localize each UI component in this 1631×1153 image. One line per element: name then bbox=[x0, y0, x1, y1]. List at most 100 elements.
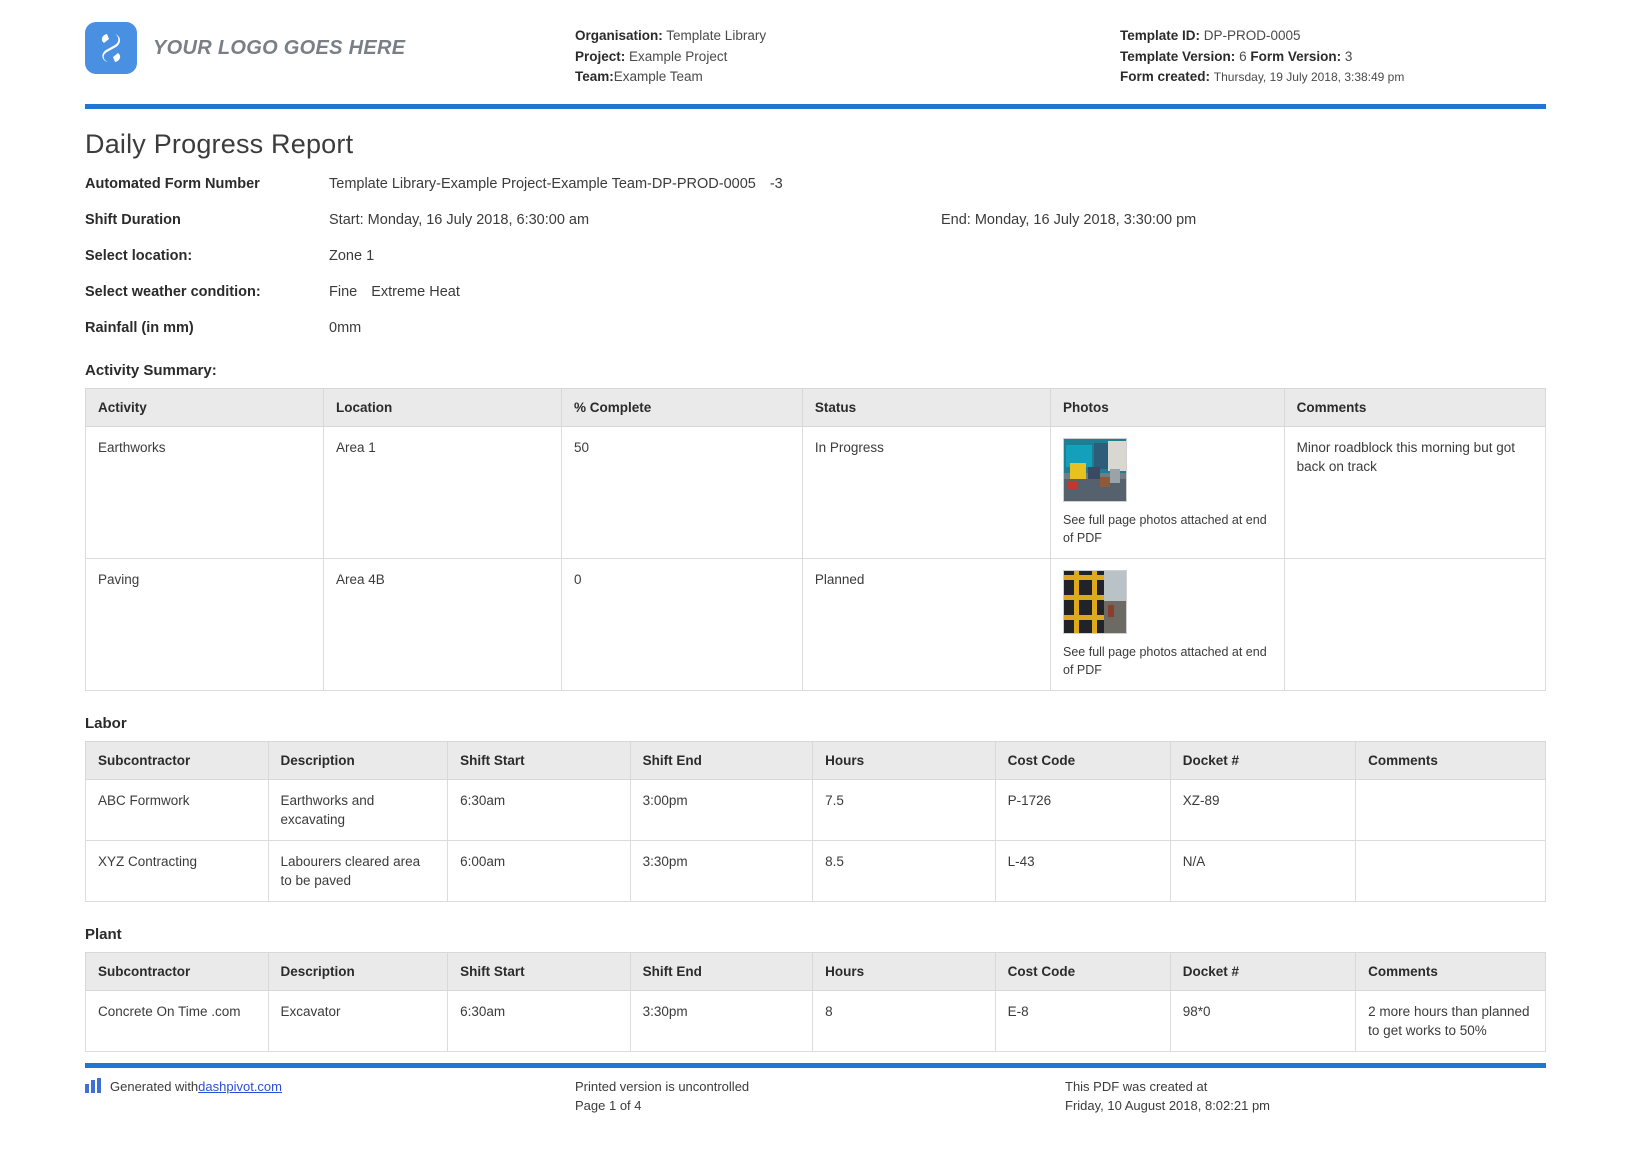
column-comments: Comments bbox=[1355, 951, 1546, 991]
cell-percent-complete: 50 bbox=[560, 425, 803, 559]
dashpivot-link[interactable]: dashpivot.com bbox=[198, 1077, 282, 1096]
activity-photo-thumbnail[interactable] bbox=[1063, 437, 1128, 502]
column-cost-code: Cost Code bbox=[994, 951, 1171, 991]
column-shift-start: Shift Start bbox=[447, 951, 631, 991]
footer-generated-with: Generated with dashpivot.com bbox=[85, 1077, 575, 1115]
header-versions: Template Version: 6 Form Version: 3 bbox=[1120, 47, 1546, 68]
footer-page-number: Page 1 of 4 bbox=[575, 1098, 642, 1113]
cell-subcontractor: XYZ Contracting bbox=[85, 839, 269, 902]
cell-description: Earthworks and excavating bbox=[267, 778, 449, 841]
labor-table: Subcontractor Description Shift Start Sh… bbox=[85, 740, 1546, 902]
cell-percent-complete: 0 bbox=[560, 557, 803, 691]
column-comments: Comments bbox=[1283, 387, 1547, 427]
cell-location: Area 4B bbox=[322, 557, 562, 691]
footer-printed-notice: Printed version is uncontrolled bbox=[575, 1079, 750, 1094]
column-hours: Hours bbox=[812, 740, 996, 780]
column-hours: Hours bbox=[812, 951, 996, 991]
column-subcontractor: Subcontractor bbox=[85, 951, 269, 991]
activity-summary-heading: Activity Summary: bbox=[85, 361, 217, 379]
header-form-version-value: 3 bbox=[1344, 48, 1353, 64]
cell-status: Planned bbox=[801, 557, 1052, 691]
column-cost-code: Cost Code bbox=[994, 740, 1171, 780]
field-automated-form-number: Automated Form Number Template Library-E… bbox=[85, 174, 1546, 194]
cell-hours: 8.5 bbox=[812, 839, 996, 902]
bar-chart-icon bbox=[85, 1078, 101, 1093]
header-project: Project: Example Project bbox=[575, 47, 1065, 68]
column-activity: Activity bbox=[85, 387, 324, 427]
header-organisation-value: Template Library bbox=[666, 28, 767, 43]
cell-docket: XZ-89 bbox=[1169, 778, 1357, 841]
weather-value-2: Extreme Heat bbox=[371, 283, 460, 300]
table-row: Paving Area 4B 0 Planned See full page p… bbox=[85, 557, 1547, 691]
column-shift-start: Shift Start bbox=[447, 740, 631, 780]
cell-status: In Progress bbox=[801, 425, 1052, 559]
header-project-value: Example Project bbox=[629, 48, 728, 64]
header-template-id: Template ID: DP-PROD-0005 bbox=[1120, 26, 1546, 47]
header-team-value: Example Team bbox=[613, 69, 703, 84]
footer-created-info: This PDF was created at Friday, 10 Augus… bbox=[1065, 1077, 1546, 1115]
field-label: Shift Duration bbox=[85, 211, 181, 228]
shift-end-value: End: Monday, 16 July 2018, 3:30:00 pm bbox=[941, 211, 1197, 228]
cell-hours: 8 bbox=[812, 989, 996, 1052]
document-footer: Generated with dashpivot.com Printed ver… bbox=[85, 1063, 1546, 1115]
cell-comments bbox=[1355, 839, 1546, 902]
footer-divider bbox=[85, 1063, 1546, 1068]
activity-summary-table: Activity Location % Complete Status Phot… bbox=[85, 387, 1547, 691]
cell-shift-end: 3:00pm bbox=[629, 778, 814, 841]
cell-comments: 2 more hours than planned to get works t… bbox=[1355, 989, 1546, 1052]
document-header: YOUR LOGO GOES HERE Organisation: Templa… bbox=[85, 0, 1546, 98]
header-template-id-value: DP-PROD-0005 bbox=[1203, 28, 1301, 43]
cell-activity: Earthworks bbox=[85, 425, 324, 559]
shift-start-value: Start: Monday, 16 July 2018, 6:30:00 am bbox=[329, 211, 590, 228]
footer-print-notice: Printed version is uncontrolled Page 1 o… bbox=[575, 1077, 1065, 1115]
cell-subcontractor: Concrete On Time .com bbox=[85, 989, 269, 1052]
cell-comments: Minor roadblock this morning but got bac… bbox=[1283, 425, 1547, 559]
cell-description: Labourers cleared area to be paved bbox=[267, 839, 449, 902]
field-shift-duration: Shift Duration Start: Monday, 16 July 20… bbox=[85, 210, 1546, 230]
field-label: Select location: bbox=[85, 247, 193, 264]
location-value: Zone 1 bbox=[329, 247, 375, 264]
cell-shift-start: 6:00am bbox=[447, 839, 631, 902]
labor-heading: Labor bbox=[85, 714, 127, 732]
logo-block: YOUR LOGO GOES HERE bbox=[85, 22, 575, 74]
header-form-version-label: Form Version: bbox=[1250, 48, 1342, 64]
cell-shift-start: 6:30am bbox=[447, 989, 631, 1052]
header-form-created-label: Form created: bbox=[1120, 69, 1211, 84]
header-form-created-value: Thursday, 19 July 2018, 3:38:49 pm bbox=[1213, 70, 1405, 84]
field-rainfall: Rainfall (in mm) 0mm bbox=[85, 318, 1546, 338]
header-organisation: Organisation: Template Library bbox=[575, 26, 1065, 47]
rainfall-value: 0mm bbox=[329, 319, 362, 336]
document-page: YOUR LOGO GOES HERE Organisation: Templa… bbox=[0, 0, 1631, 1153]
photo-note: See full page photos attached at end of … bbox=[1063, 512, 1267, 545]
cell-photos: See full page photos attached at end of … bbox=[1050, 425, 1285, 559]
header-divider bbox=[85, 103, 1546, 109]
page-title: Daily Progress Report bbox=[85, 128, 354, 159]
header-template-version-label: Template Version: bbox=[1120, 48, 1236, 64]
plant-table: Subcontractor Description Shift Start Sh… bbox=[85, 951, 1546, 1052]
header-organisation-label: Organisation: bbox=[575, 28, 663, 43]
header-template-version-value: 6 bbox=[1239, 48, 1247, 64]
plant-heading: Plant bbox=[85, 925, 122, 943]
table-row: Earthworks Area 1 50 In Progress See ful… bbox=[85, 425, 1547, 559]
column-photos: Photos bbox=[1050, 387, 1285, 427]
cell-subcontractor: ABC Formwork bbox=[85, 778, 269, 841]
header-meta-right: Template ID: DP-PROD-0005 Template Versi… bbox=[1065, 22, 1546, 88]
field-select-location: Select location: Zone 1 bbox=[85, 246, 1546, 266]
cell-comments bbox=[1283, 557, 1547, 691]
column-docket: Docket # bbox=[1169, 740, 1357, 780]
cell-hours: 7.5 bbox=[812, 778, 996, 841]
column-docket: Docket # bbox=[1169, 951, 1357, 991]
cell-photos: See full page photos attached at end of … bbox=[1050, 557, 1285, 691]
column-shift-end: Shift End bbox=[629, 740, 814, 780]
header-form-created: Form created: Thursday, 19 July 2018, 3:… bbox=[1120, 67, 1546, 88]
column-percent-complete: % Complete bbox=[560, 387, 803, 427]
company-logo-icon bbox=[85, 22, 137, 74]
activity-photo-thumbnail[interactable] bbox=[1063, 569, 1128, 634]
footer-created-date: Friday, 10 August 2018, 8:02:21 pm bbox=[1065, 1098, 1271, 1113]
footer-created-notice: This PDF was created at bbox=[1065, 1079, 1208, 1094]
cell-shift-start: 6:30am bbox=[447, 778, 631, 841]
footer-generated-prefix: Generated with bbox=[110, 1079, 199, 1094]
cell-activity: Paving bbox=[85, 557, 324, 691]
automated-form-number-value: Template Library-Example Project-Example… bbox=[329, 175, 756, 192]
table-row: Concrete On Time .com Excavator 6:30am 3… bbox=[85, 989, 1546, 1052]
